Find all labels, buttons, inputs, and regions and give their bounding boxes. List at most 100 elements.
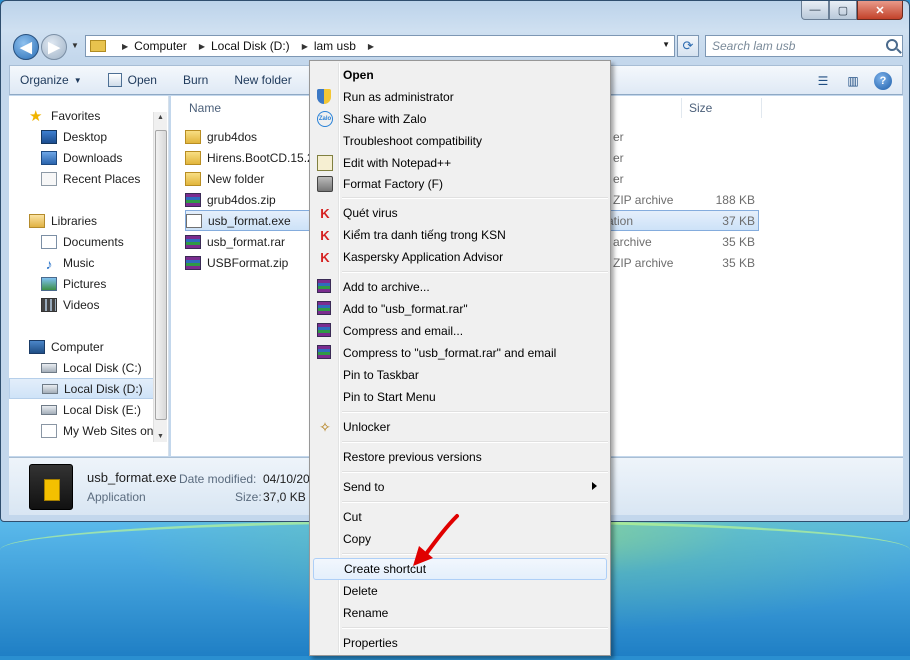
close-button[interactable]: ✕ <box>857 1 903 20</box>
menu-separator <box>342 553 608 555</box>
column-header-size[interactable]: Size <box>689 96 712 120</box>
menu-ksn-check[interactable]: K Kiểm tra danh tiếng trong KSN <box>313 224 607 246</box>
submenu-arrow-icon <box>592 482 597 490</box>
column-divider[interactable] <box>761 98 762 118</box>
file-row-selected[interactable]: usb_format.exe <box>185 210 311 231</box>
nav-desktop[interactable]: Desktop <box>9 126 154 147</box>
help-icon[interactable]: ? <box>874 72 892 90</box>
organize-button[interactable]: Organize ▼ <box>20 73 82 87</box>
minimize-button[interactable]: — <box>801 1 829 20</box>
menu-label: Add to "usb_format.rar" <box>343 302 468 316</box>
chevron-right-icon[interactable]: ▶ <box>199 42 205 51</box>
forward-button[interactable]: ▶ <box>41 34 67 60</box>
menu-label: Send to <box>343 480 385 494</box>
nav-downloads[interactable]: Downloads <box>9 147 154 168</box>
nav-videos[interactable]: Videos <box>9 294 154 315</box>
scroll-down-icon[interactable]: ▼ <box>157 433 164 440</box>
library-icon <box>29 213 45 228</box>
menu-run-as-admin[interactable]: Run as administrator <box>313 86 607 108</box>
nav-drive-e[interactable]: Local Disk (E:) <box>9 399 154 420</box>
column-divider[interactable] <box>681 98 682 118</box>
kaspersky-icon: K <box>320 227 330 243</box>
chevron-right-icon[interactable]: ▶ <box>302 42 308 51</box>
music-icon: ♪ <box>45 255 53 272</box>
menu-add-rar[interactable]: Add to "usb_format.rar" <box>313 298 607 320</box>
view-options-icon[interactable]: ☰ <box>814 72 832 90</box>
new-folder-button[interactable]: New folder <box>234 73 291 87</box>
kaspersky-icon: K <box>320 205 330 221</box>
menu-open[interactable]: Open <box>313 64 607 86</box>
nav-pictures[interactable]: Pictures <box>9 273 154 294</box>
chevron-right-icon[interactable]: ▶ <box>368 42 374 51</box>
desktop-icon <box>41 129 57 144</box>
burn-button[interactable]: Burn <box>183 73 208 87</box>
menu-label: Quét virus <box>343 206 398 220</box>
chevron-right-icon[interactable]: ▶ <box>122 42 128 51</box>
nav-favorites[interactable]: ★ Favorites <box>9 105 154 126</box>
menu-delete[interactable]: Delete <box>313 580 607 602</box>
nav-computer[interactable]: Computer <box>9 336 154 357</box>
nav-web-sites[interactable]: My Web Sites on <box>9 420 154 441</box>
notepad-plus-icon <box>317 155 333 171</box>
star-icon: ★ <box>29 107 43 125</box>
menu-kaspersky-advisor[interactable]: K Kaspersky Application Advisor <box>313 246 607 268</box>
nav-label: Documents <box>63 234 124 249</box>
menu-label: Format Factory (F) <box>343 177 444 191</box>
menu-label: Restore previous versions <box>343 450 482 464</box>
details-modified-label: Date modified: <box>179 472 257 486</box>
file-size: 188 KB <box>715 193 755 207</box>
nav-libraries[interactable]: Libraries <box>9 210 154 231</box>
nav-documents[interactable]: Documents <box>9 231 154 252</box>
nav-label: Videos <box>63 297 100 312</box>
address-dropdown-icon[interactable]: ▼ <box>662 40 670 49</box>
open-label: Open <box>127 73 157 87</box>
menu-compress-rar-email[interactable]: Compress to "usb_format.rar" and email <box>313 342 607 364</box>
menu-share-zalo[interactable]: Zalo Share with Zalo <box>313 108 607 130</box>
breadcrumb-computer[interactable]: Computer <box>134 39 187 53</box>
nav-scrollbar[interactable]: ▲ ▼ <box>153 112 167 442</box>
scroll-up-icon[interactable]: ▲ <box>157 114 164 121</box>
back-button[interactable]: ◀ <box>13 34 39 60</box>
details-file-name: usb_format.exe <box>87 470 177 485</box>
recent-pages-dropdown[interactable]: ▼ <box>71 41 79 50</box>
menu-properties[interactable]: Properties <box>313 632 607 654</box>
nav-recent-places[interactable]: Recent Places <box>9 168 154 189</box>
details-size-label: Size: <box>235 490 262 504</box>
menu-restore-versions[interactable]: Restore previous versions <box>313 446 607 468</box>
file-type: ZIP archive <box>613 256 674 270</box>
search-icon[interactable] <box>886 39 898 51</box>
menu-format-factory[interactable]: Format Factory (F) <box>313 173 607 195</box>
preview-pane-icon[interactable]: ▥ <box>844 72 862 90</box>
maximize-button[interactable]: ▢ <box>829 1 857 20</box>
menu-pin-start[interactable]: Pin to Start Menu <box>313 386 607 408</box>
nav-music[interactable]: ♪ Music <box>9 252 154 273</box>
search-input[interactable]: Search lam usb <box>705 35 903 57</box>
nav-label: Local Disk (C:) <box>63 360 142 375</box>
open-button[interactable]: Open <box>107 73 157 87</box>
refresh-button[interactable]: ⟳ <box>677 35 699 57</box>
menu-notepad[interactable]: Edit with Notepad++ <box>313 152 607 174</box>
web-sites-icon <box>41 423 57 438</box>
address-bar[interactable]: ▶ Computer ▶ Local Disk (D:) ▶ lam usb ▶… <box>85 35 675 57</box>
file-name: grub4dos.zip <box>207 192 276 207</box>
archive-icon <box>185 255 201 270</box>
details-size-value: 37,0 KB <box>263 490 306 504</box>
menu-troubleshoot[interactable]: Troubleshoot compatibility <box>313 130 607 152</box>
breadcrumb-lam-usb[interactable]: lam usb <box>314 39 356 53</box>
usb-application-icon <box>29 464 73 510</box>
menu-rename[interactable]: Rename <box>313 602 607 624</box>
menu-send-to[interactable]: Send to <box>313 476 607 498</box>
file-size: 37 KB <box>722 214 755 228</box>
nav-drive-d[interactable]: Local Disk (D:) <box>9 378 154 399</box>
column-header-name[interactable]: Name <box>189 96 221 120</box>
menu-unlocker[interactable]: ✧ Unlocker <box>313 416 607 438</box>
winrar-icon <box>317 301 331 315</box>
menu-add-archive[interactable]: Add to archive... <box>313 276 607 298</box>
menu-scan-virus[interactable]: K Quét virus <box>313 202 607 224</box>
menu-label: Pin to Taskbar <box>343 368 419 382</box>
menu-compress-email[interactable]: Compress and email... <box>313 320 607 342</box>
menu-pin-taskbar[interactable]: Pin to Taskbar <box>313 364 607 386</box>
breadcrumb-drive-d[interactable]: Local Disk (D:) <box>211 39 290 53</box>
scroll-thumb[interactable] <box>155 130 167 420</box>
nav-drive-c[interactable]: Local Disk (C:) <box>9 357 154 378</box>
